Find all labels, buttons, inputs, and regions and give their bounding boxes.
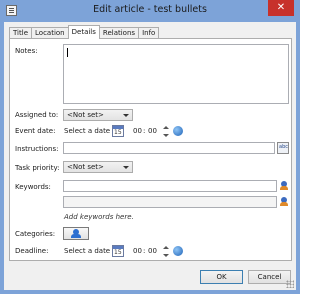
tab-strip: Title Location Details Relations Info [9, 25, 160, 39]
keywords-pick-button[interactable] [279, 180, 291, 192]
keywords-label: Keywords: [15, 183, 51, 191]
calendar-icon[interactable]: 15 [112, 125, 124, 137]
tab-details[interactable]: Details [67, 25, 100, 39]
timezone-globe-icon[interactable] [173, 246, 183, 256]
assigned-to-value: <Not set> [67, 111, 104, 119]
instructions-label: Instructions: [15, 145, 59, 153]
deadline-calendar-day: 15 [114, 249, 122, 256]
categories-label: Categories: [15, 230, 56, 238]
task-priority-label: Task priority: [15, 164, 60, 172]
resize-grip[interactable] [286, 280, 294, 288]
keywords-edit-button[interactable] [279, 196, 291, 208]
time-separator: : [143, 247, 146, 255]
window-title: Edit article - test bullets [93, 4, 207, 15]
timezone-globe-icon[interactable] [173, 126, 183, 136]
deadline-hours-field[interactable]: 00 [133, 247, 142, 255]
keywords-input[interactable] [63, 180, 277, 192]
ok-button[interactable]: OK [200, 270, 243, 284]
document-icon [6, 5, 17, 16]
keywords-list [63, 196, 277, 208]
task-priority-dropdown[interactable]: <Not set> [63, 161, 133, 173]
people-edit-icon [280, 197, 288, 206]
time-spinner[interactable] [163, 246, 169, 257]
dialog-body: Title Location Details Relations Info No… [4, 22, 296, 290]
notes-label: Notes: [15, 47, 38, 55]
deadline-date-picker[interactable]: Select a date [64, 247, 110, 255]
title-bar[interactable]: Edit article - test bullets ✕ [0, 0, 300, 22]
chevron-down-icon [123, 114, 129, 117]
time-spinner[interactable] [163, 126, 169, 137]
deadline-label: Deadline: [15, 247, 49, 255]
calendar-icon[interactable]: 15 [112, 245, 124, 257]
event-hours-field[interactable]: 00 [133, 127, 142, 135]
categories-button[interactable] [63, 227, 89, 240]
people-icon [280, 181, 288, 190]
person-icon [71, 229, 81, 238]
event-date-label: Event date: [15, 127, 56, 135]
cancel-button[interactable]: Cancel [248, 270, 291, 284]
assigned-to-dropdown[interactable]: <Not set> [63, 109, 133, 121]
chevron-down-icon [123, 166, 129, 169]
spell-check-icon: abc [279, 144, 288, 150]
calendar-day: 15 [114, 129, 122, 136]
event-minutes-field[interactable]: 00 [148, 127, 157, 135]
instructions-input[interactable] [63, 142, 275, 154]
spell-check-button[interactable]: abc [277, 142, 289, 154]
deadline-minutes-field[interactable]: 00 [148, 247, 157, 255]
close-button[interactable]: ✕ [268, 0, 294, 16]
task-priority-value: <Not set> [67, 163, 104, 171]
edit-article-window: Edit article - test bullets ✕ Title Loca… [0, 0, 300, 294]
keywords-hint: Add keywords here. [64, 213, 134, 221]
details-panel: Notes: Assigned to: <Not set> Event date… [9, 38, 292, 261]
event-date-picker[interactable]: Select a date [64, 127, 110, 135]
text-caret [67, 48, 68, 57]
notes-textarea[interactable] [63, 44, 289, 104]
assigned-to-label: Assigned to: [15, 111, 59, 119]
time-separator: : [143, 127, 146, 135]
